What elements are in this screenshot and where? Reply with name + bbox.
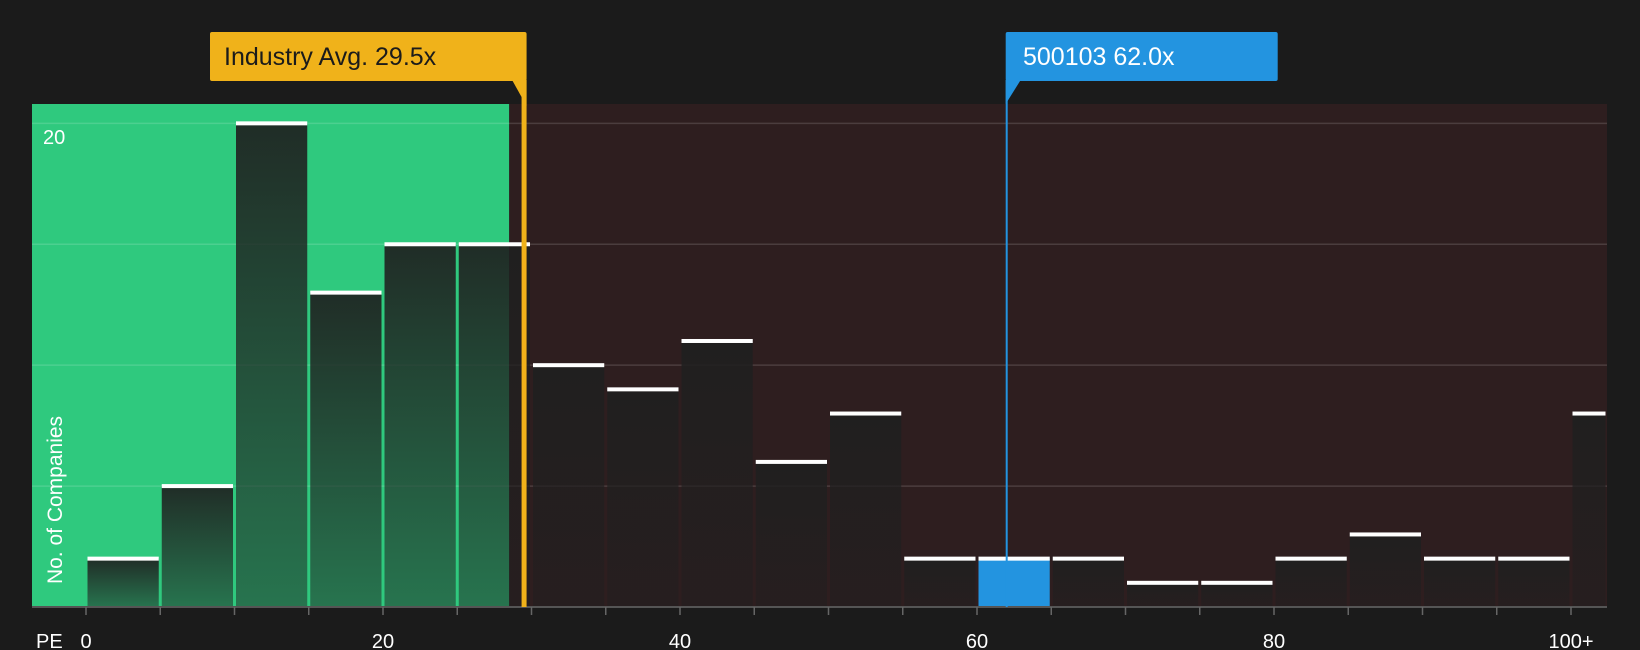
histogram-bar bbox=[1201, 582, 1273, 607]
bar-cap bbox=[1127, 580, 1199, 585]
company-label: 500103 62.0x bbox=[1023, 43, 1175, 71]
histogram-bar bbox=[830, 413, 902, 607]
bar-cap bbox=[384, 242, 456, 247]
bar-cap bbox=[458, 242, 530, 247]
x-tick-label: 60 bbox=[966, 631, 988, 650]
bar-cap bbox=[1201, 580, 1273, 585]
histogram-bar bbox=[904, 558, 976, 607]
x-tick-label: 20 bbox=[372, 631, 394, 650]
histogram-bar bbox=[607, 389, 679, 607]
histogram-bar bbox=[458, 244, 530, 607]
histogram-bar bbox=[236, 123, 308, 607]
bar-cap bbox=[1572, 411, 1606, 416]
histogram-bar bbox=[384, 244, 456, 607]
histogram-bar bbox=[1275, 558, 1347, 607]
histogram-bar bbox=[310, 292, 382, 607]
company-line bbox=[1005, 80, 1008, 607]
bar-cap bbox=[533, 363, 605, 368]
bar-cap bbox=[87, 556, 159, 561]
bar-cap bbox=[607, 387, 679, 392]
bar-cap bbox=[978, 556, 1050, 561]
bar-cap bbox=[904, 556, 976, 561]
bar-cap bbox=[1498, 556, 1570, 561]
pe-distribution-chart: 0 20 40 60 80 100+ 20 No. of Companies PE Ind… bbox=[0, 0, 1640, 650]
highlighted-bar bbox=[978, 558, 1050, 607]
histogram-bar bbox=[161, 486, 233, 607]
histogram-bar bbox=[1424, 558, 1496, 607]
x-tick-label: 40 bbox=[669, 631, 691, 650]
industry-avg-label: Industry Avg. 29.5x bbox=[224, 43, 437, 71]
industry-avg-line bbox=[521, 80, 527, 607]
bar-cap bbox=[830, 411, 902, 416]
histogram-bar bbox=[533, 365, 605, 607]
histogram-bar bbox=[1572, 413, 1606, 607]
x-tick-label: 0 bbox=[80, 631, 91, 650]
y-axis-label: No. of Companies bbox=[44, 416, 67, 584]
bar-cap bbox=[1424, 556, 1496, 561]
y-tick-label: 20 bbox=[43, 127, 65, 149]
histogram-bar bbox=[1052, 558, 1124, 607]
histogram-bar bbox=[1127, 582, 1199, 607]
histogram-bar bbox=[87, 558, 159, 607]
bar-cap bbox=[1349, 532, 1421, 537]
x-tick-label: 80 bbox=[1263, 631, 1285, 650]
bar-cap bbox=[1275, 556, 1347, 561]
bar-cap bbox=[236, 121, 308, 126]
bar-cap bbox=[161, 484, 233, 489]
histogram-bar bbox=[1349, 534, 1421, 607]
bar-cap bbox=[681, 338, 753, 343]
histogram-bar bbox=[681, 340, 753, 607]
histogram-bar bbox=[1498, 558, 1570, 607]
histogram-bar bbox=[755, 461, 827, 607]
bar-cap bbox=[755, 459, 827, 464]
x-tick-label: 100+ bbox=[1548, 631, 1593, 650]
x-axis-label: PE bbox=[36, 631, 63, 650]
bar-cap bbox=[310, 290, 382, 295]
bar-cap bbox=[1052, 556, 1124, 561]
